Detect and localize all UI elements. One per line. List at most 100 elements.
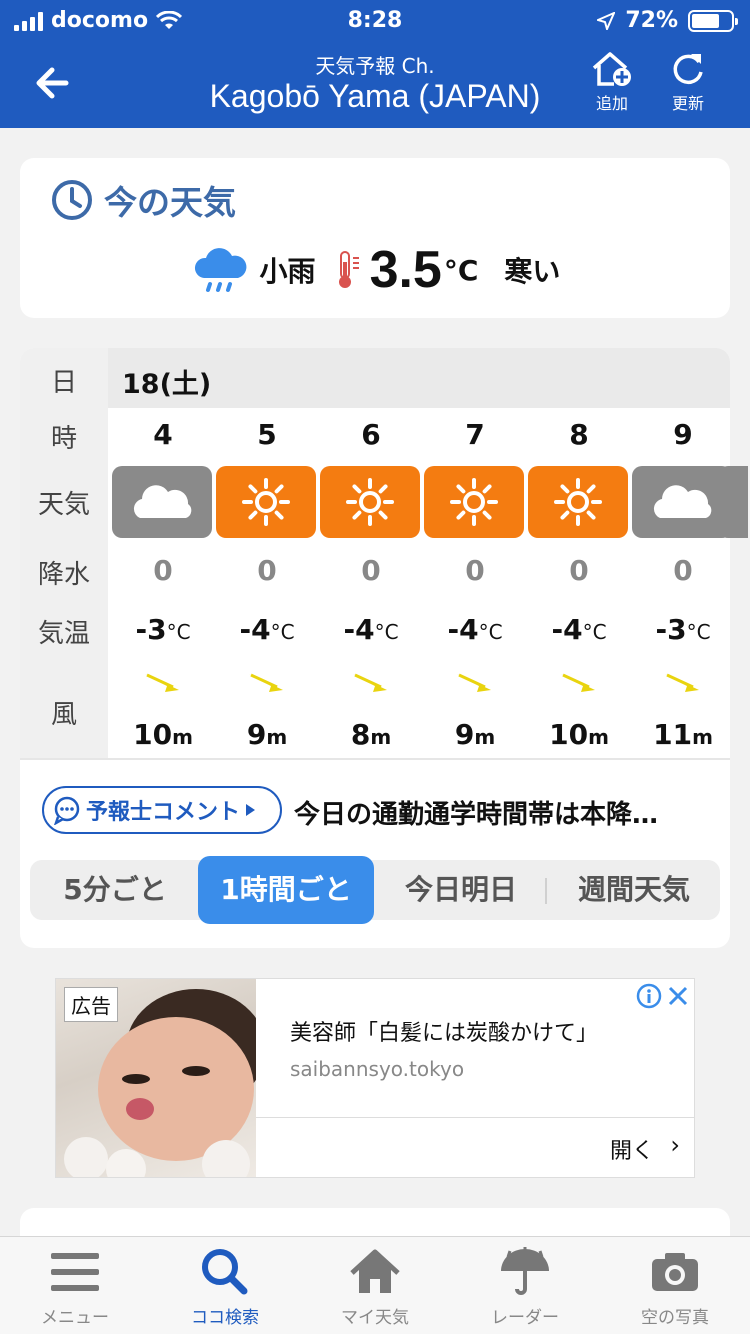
- ad-divider: [256, 1117, 694, 1118]
- row-labels: 日 時 天気 降水 気温 風: [20, 348, 108, 758]
- info-icon[interactable]: [636, 983, 662, 1009]
- hourly-forecast-card: 日 時 天気 降水 気温 風 18(土) 4 0 -3°C 10m 5 0 -4°C 9m 6 0…: [20, 348, 748, 948]
- precip-value: 0: [153, 554, 173, 587]
- precip-value: 0: [569, 554, 589, 587]
- forecaster-comment-text[interactable]: 今日の通勤通学時間帯は本降…: [294, 794, 714, 831]
- ad-banner[interactable]: 広告 美容師「白髪には炭酸かけて」 saibannsyo.tokyo 開く ›: [55, 978, 695, 1178]
- hour-value: 9: [673, 418, 693, 451]
- tab-separator: [545, 878, 547, 904]
- label-day: 日: [50, 368, 77, 398]
- label-wind: 風: [50, 700, 77, 730]
- hour-value: 4: [153, 418, 173, 451]
- temperature-unit: °C: [443, 253, 479, 287]
- thermometer-icon: [338, 251, 359, 288]
- wind-value: 9m: [424, 718, 526, 751]
- forecast-date: 18(土): [122, 369, 212, 400]
- camera-icon: [652, 1253, 698, 1291]
- location-title: Kagobō Yama (JAPAN): [209, 78, 541, 114]
- label-weather: 天気: [37, 490, 90, 520]
- temp-value: -3°C: [112, 613, 214, 646]
- battery-percent: 72%: [625, 8, 678, 33]
- refresh-icon: [673, 54, 703, 85]
- sunny-icon: [528, 466, 628, 538]
- temp-value: -3°C: [632, 613, 734, 646]
- temp-value: -4°C: [216, 613, 318, 646]
- wind-value: 10m: [528, 718, 630, 751]
- divider: [20, 758, 730, 760]
- tab-5min[interactable]: 5分ごと: [30, 860, 200, 920]
- home-icon: [350, 1249, 400, 1293]
- temp-unit: °C: [686, 620, 711, 644]
- wind-unit: m: [588, 725, 609, 749]
- wind-value: 9m: [216, 718, 318, 751]
- temp-unit: °C: [478, 620, 503, 644]
- add-button[interactable]: 追加: [582, 50, 642, 114]
- label-precip: 降水: [37, 560, 90, 590]
- close-icon[interactable]: [666, 984, 690, 1008]
- tab-radar-label: レーダー: [491, 1308, 559, 1328]
- hour-value: 7: [465, 418, 485, 451]
- refresh-button[interactable]: 更新: [658, 50, 718, 114]
- ad-controls: [636, 983, 690, 1009]
- current-condition: 小雨: [259, 255, 316, 288]
- tab-radar[interactable]: レーダー: [450, 1247, 600, 1328]
- ad-image[interactable]: 広告: [56, 979, 256, 1177]
- temp-number: -4: [343, 613, 375, 646]
- sunny-icon: [216, 466, 316, 538]
- wind-direction-icon: [559, 670, 599, 700]
- nav-bar: 天気予報 Ch. Kagobō Yama (JAPAN) 追加 更新: [0, 40, 750, 128]
- temp-number: -4: [239, 613, 271, 646]
- tab-menu-label: メニュー: [41, 1308, 109, 1328]
- sunny-icon: [424, 466, 524, 538]
- current-weather-card: 今の天気 小雨 3.5 °C 寒い: [20, 158, 730, 318]
- date-header: 18(土): [108, 348, 730, 408]
- temp-unit: °C: [166, 620, 191, 644]
- wind-number: 10: [133, 718, 173, 751]
- wind-direction-icon: [351, 670, 391, 700]
- precip-value: 0: [257, 554, 277, 587]
- temp-number: -4: [447, 613, 479, 646]
- chevron-right-icon: ›: [670, 1131, 680, 1159]
- temp-unit: °C: [270, 620, 295, 644]
- hour-value: 6: [361, 418, 381, 451]
- temp-number: -4: [551, 613, 583, 646]
- bottom-tab-bar: メニュー ココ検索 マイ天気 レーダー 空の写真: [0, 1236, 750, 1334]
- tab-sky-photo-label: 空の写真: [641, 1308, 709, 1328]
- tab-sky-photo[interactable]: 空の写真: [600, 1247, 750, 1328]
- home-add-icon: [592, 52, 631, 86]
- forecaster-comment-button[interactable]: 予報士コメント: [42, 786, 282, 834]
- ad-title[interactable]: 美容師「白髪には炭酸かけて」: [290, 1015, 598, 1047]
- battery-icon: [688, 9, 738, 32]
- wind-unit: m: [266, 725, 288, 749]
- tab-weekly[interactable]: 週間天気: [548, 860, 720, 920]
- refresh-label: 更新: [671, 94, 704, 113]
- temp-number: -3: [135, 613, 167, 646]
- tab-menu[interactable]: メニュー: [0, 1247, 150, 1328]
- forecaster-comment-label: 予報士コメント: [86, 800, 241, 825]
- clock-icon: [52, 180, 92, 220]
- ad-badge: 広告: [64, 987, 118, 1022]
- temp-value: -4°C: [320, 613, 422, 646]
- speech-bubble-icon: [54, 796, 80, 825]
- ad-open-button[interactable]: 開く: [610, 1133, 654, 1165]
- temp-value: -4°C: [424, 613, 526, 646]
- current-weather-heading: 今の天気: [104, 183, 236, 222]
- status-bar: docomo 8:28 72%: [0, 0, 750, 40]
- menu-icon: [51, 1253, 99, 1291]
- label-temp: 気温: [37, 619, 90, 649]
- tab-hourly[interactable]: 1時間ごと: [198, 856, 374, 924]
- cloudy-icon: [112, 466, 212, 538]
- search-icon: [202, 1249, 248, 1295]
- cloudy-icon: [632, 466, 732, 538]
- feels-like: 寒い: [504, 255, 561, 288]
- tab-search[interactable]: ココ検索: [150, 1247, 300, 1328]
- temp-value: -4°C: [528, 613, 630, 646]
- umbrella-icon: [501, 1247, 549, 1295]
- wind-unit: m: [370, 725, 392, 749]
- tab-my-weather[interactable]: マイ天気: [300, 1247, 450, 1328]
- tab-my-weather-label: マイ天気: [341, 1308, 409, 1328]
- temp-number: -3: [655, 613, 687, 646]
- tab-today-tomorrow[interactable]: 今日明日: [378, 860, 544, 920]
- wind-number: 11: [653, 718, 693, 751]
- hour-value: 8: [569, 418, 589, 451]
